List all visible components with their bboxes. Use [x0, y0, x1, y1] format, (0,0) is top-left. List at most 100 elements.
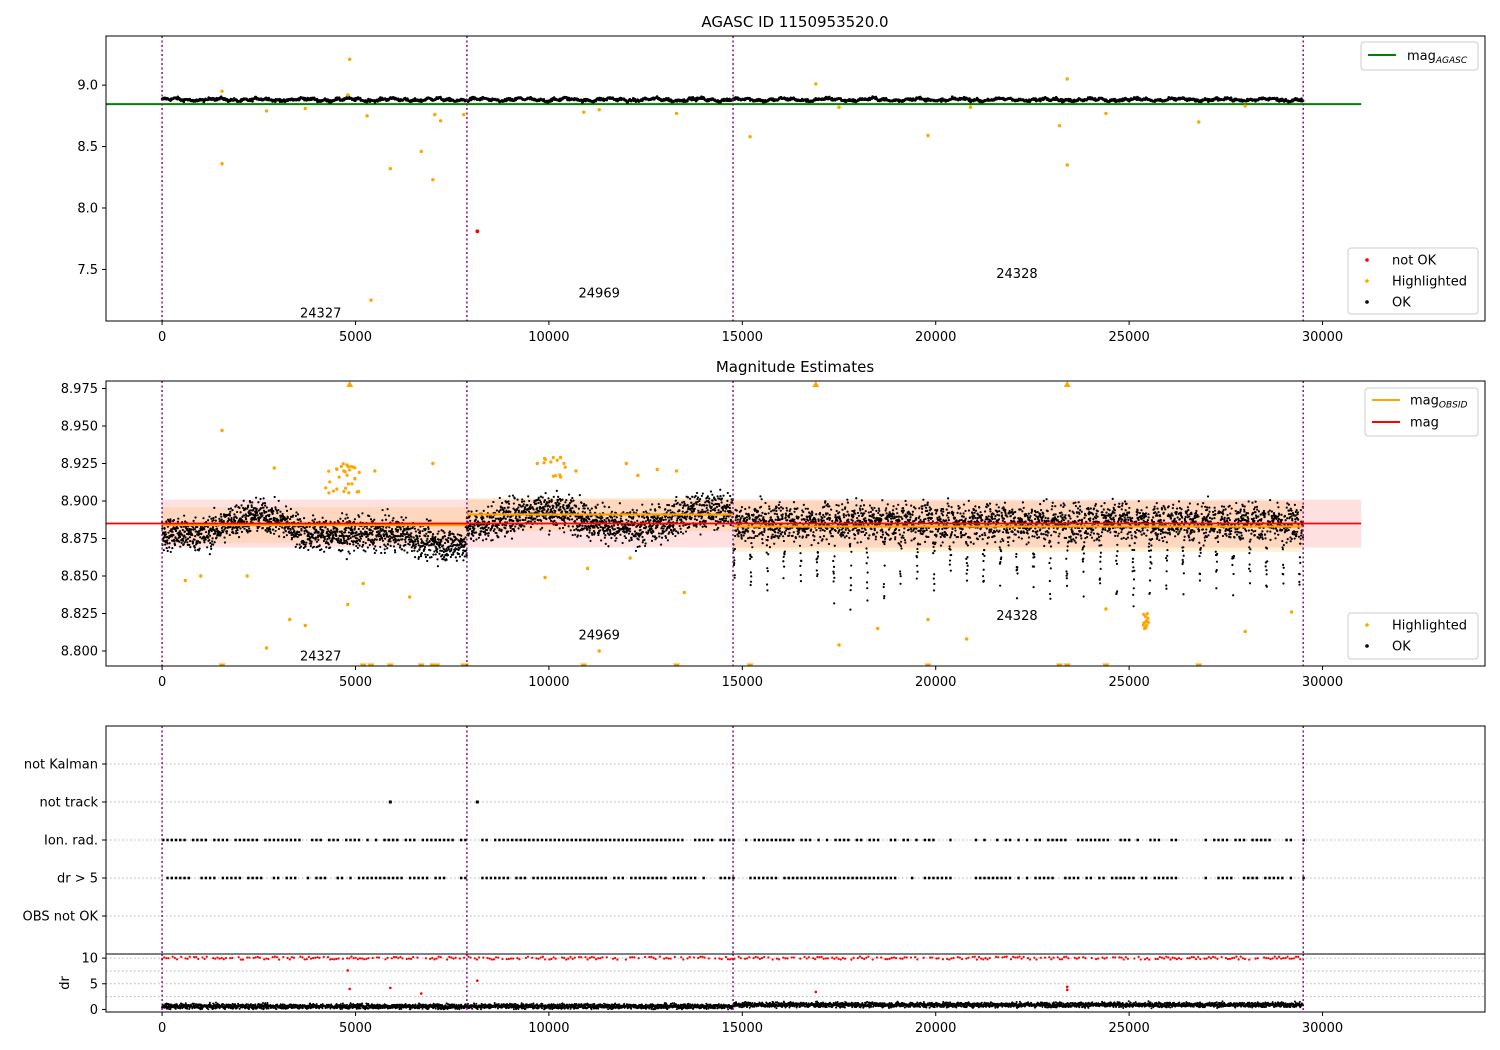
ok-point: [366, 546, 369, 549]
ok-point: [312, 514, 315, 517]
ok-point: [678, 509, 681, 512]
ok-point: [532, 508, 535, 511]
ok-point: [425, 532, 428, 535]
ok-point: [264, 529, 267, 532]
ok-point: [260, 511, 263, 515]
ok-point: [248, 527, 251, 530]
ok-point: [676, 501, 679, 504]
ok-point: [295, 511, 298, 514]
ok-point: [569, 507, 572, 510]
ok-point: [322, 529, 325, 532]
ok-point: [274, 529, 277, 533]
ok-point: [302, 517, 306, 520]
ok-point: [395, 525, 399, 528]
ok-point: [343, 541, 346, 545]
ok-point: [538, 510, 541, 513]
ok-point: [290, 536, 294, 539]
ok-point: [249, 529, 252, 533]
ok-point: [650, 527, 653, 530]
ok-point: [265, 506, 269, 509]
ok-point: [375, 538, 378, 541]
ok-point: [277, 519, 280, 522]
ok-point: [368, 543, 371, 547]
ok-point: [240, 530, 244, 533]
ok-point: [271, 512, 274, 515]
ok-point: [511, 494, 515, 497]
ok-point: [529, 525, 533, 529]
ok-point: [473, 524, 476, 527]
ok-point: [438, 546, 441, 549]
ok-point: [352, 543, 355, 546]
highlighted-point: [303, 106, 307, 111]
ok-point: [424, 555, 427, 559]
ok-point: [436, 558, 439, 561]
ok-point: [606, 516, 609, 520]
ok-point: [485, 538, 488, 541]
ok-point: [603, 526, 607, 529]
ok-point: [499, 508, 502, 512]
ok-point: [371, 530, 374, 533]
ok-point: [305, 541, 308, 544]
ok-point: [636, 545, 639, 549]
ok-point: [284, 505, 288, 508]
highlighted-point: [837, 105, 841, 109]
ok-point: [214, 519, 217, 522]
ok-point: [396, 528, 400, 532]
ok-point: [341, 549, 344, 552]
ok-point: [269, 517, 273, 520]
ok-point: [655, 536, 658, 540]
ok-point: [529, 507, 532, 510]
ok-point: [678, 524, 681, 528]
ok-point: [218, 517, 221, 520]
ok-point: [268, 527, 272, 531]
ok-point: [348, 552, 351, 555]
ok-point: [643, 538, 646, 541]
highlighted-point: [346, 93, 350, 97]
ok-point: [676, 519, 679, 522]
ok-point: [296, 535, 299, 539]
ok-point: [555, 506, 558, 509]
ok-point: [416, 535, 419, 538]
ok-point: [207, 536, 210, 539]
ok-point: [375, 549, 378, 552]
ok-point: [585, 515, 588, 519]
highlighted-point: [1243, 104, 1247, 108]
ok-point: [634, 549, 638, 552]
ok-point: [414, 530, 417, 533]
highlighted-point: [597, 108, 601, 112]
ok-point: [342, 537, 345, 541]
ok-point: [404, 543, 407, 546]
ok-point: [400, 548, 404, 551]
ok-point: [661, 516, 664, 519]
ok-point: [601, 516, 604, 519]
ok-point: [414, 540, 417, 543]
ok-point: [189, 546, 192, 549]
ok-point: [470, 537, 473, 541]
ok-point: [178, 530, 181, 533]
ok-point: [572, 499, 575, 502]
ok-point: [556, 498, 560, 502]
ok-point: [261, 502, 265, 505]
ok-point: [313, 527, 316, 530]
ok-point: [392, 517, 395, 520]
ok-point: [564, 501, 567, 504]
ok-point: [203, 541, 206, 544]
ok-point: [697, 509, 700, 512]
ok-point: [384, 529, 387, 533]
ok-point: [198, 547, 201, 550]
ok-point: [426, 537, 429, 540]
ok-point: [629, 530, 632, 533]
ok-point: [573, 520, 577, 523]
highlighted-point: [264, 109, 269, 113]
ok-point: [450, 547, 453, 551]
ok-point: [223, 536, 226, 539]
ok-point: [596, 503, 599, 506]
ok-point: [408, 543, 411, 546]
ok-point: [213, 541, 216, 544]
ok-point: [691, 495, 694, 498]
ok-point: [383, 551, 386, 554]
ok-point: [449, 533, 452, 536]
figure: AGASC ID 1150953520.0 243272496924328 ma…: [0, 0, 1500, 1050]
ok-point: [681, 510, 684, 513]
ok-point: [514, 517, 517, 520]
